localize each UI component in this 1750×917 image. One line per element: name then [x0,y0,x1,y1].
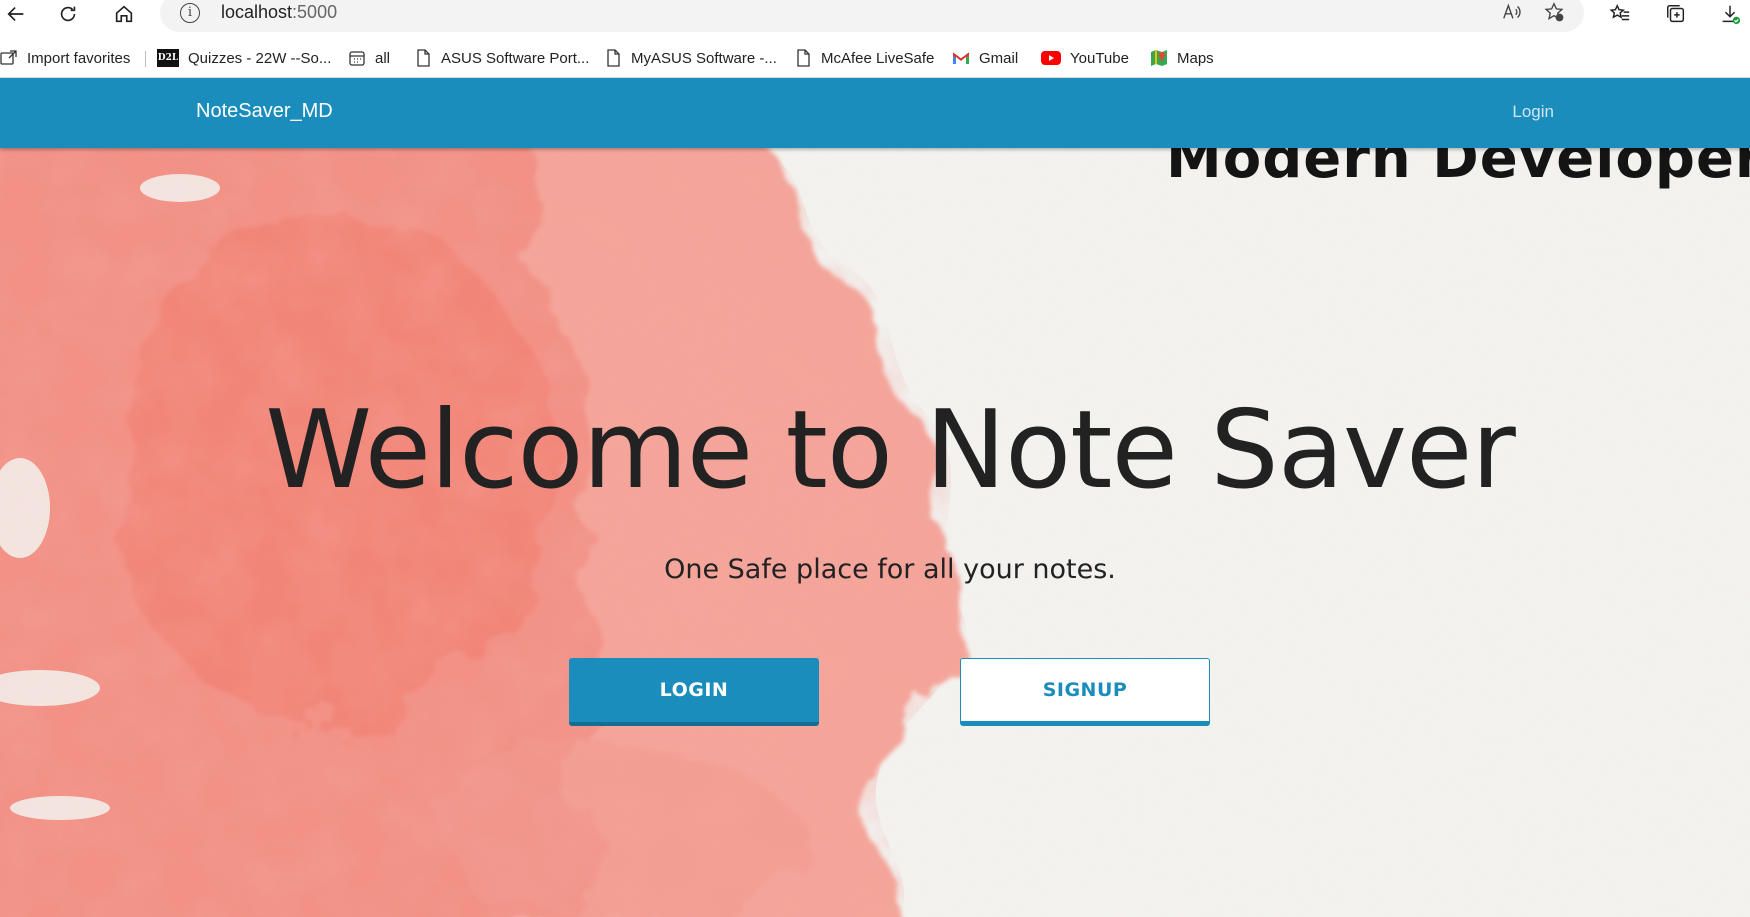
address-bar[interactable]: i localhost:5000 [160,0,1584,32]
import-icon [0,49,18,67]
bookmarks-bar: Import favorites D2L Quizzes - 22W --So.… [0,38,1750,78]
site-info-icon[interactable]: i [180,3,200,23]
bookmark-gmail[interactable]: Gmail [952,46,1018,70]
bookmark-all[interactable]: all [348,46,390,70]
brand-link[interactable]: NoteSaver_MD [196,100,333,123]
maps-icon [1150,49,1168,67]
app-navbar: NoteSaver_MD Login [0,78,1750,148]
nav-login-link[interactable]: Login [1512,102,1554,122]
read-aloud-icon[interactable] [1496,0,1528,27]
page-icon [414,49,432,67]
hero-title: Welcome to Note Saver [265,388,1516,513]
favorites-icon[interactable] [1604,0,1636,28]
page-icon [604,49,622,67]
signup-button[interactable]: SIGNUP [960,658,1210,726]
page-icon [794,49,812,67]
bookmark-import-favorites[interactable]: Import favorites [0,46,130,70]
hero-subtitle: One Safe place for all your notes. [664,554,1116,585]
downloads-icon[interactable] [1714,0,1746,28]
add-favorite-icon[interactable] [1538,0,1570,27]
bookmark-mcafee-livesafe[interactable]: McAfee LiveSafe [794,46,934,70]
collections-icon[interactable] [1660,0,1692,28]
url-text[interactable]: localhost:5000 [221,2,337,23]
browser-toolbar: i localhost:5000 [0,0,1750,32]
gmail-icon [952,49,970,67]
calendar-icon [348,49,366,67]
watercolor-background [0,148,1750,917]
back-arrow-icon[interactable] [0,0,32,28]
bookmark-maps[interactable]: Maps [1150,46,1214,70]
youtube-icon [1041,49,1061,67]
bookmarks-separator [145,51,146,67]
bookmark-quizzes[interactable]: D2L Quizzes - 22W --So... [157,46,331,70]
home-icon[interactable] [108,0,140,28]
modern-developers-banner: Modern Developers [1166,148,1750,191]
hero-section: Modern Developers Welcome to Note Saver … [0,148,1750,917]
bookmark-youtube[interactable]: YouTube [1041,46,1129,70]
refresh-icon[interactable] [52,0,84,28]
login-button[interactable]: LOGIN [569,658,819,726]
d2l-icon: D2L [157,49,179,67]
bookmark-asus-software-portal[interactable]: ASUS Software Port... [414,46,589,70]
bookmark-myasus-software[interactable]: MyASUS Software -... [604,46,777,70]
